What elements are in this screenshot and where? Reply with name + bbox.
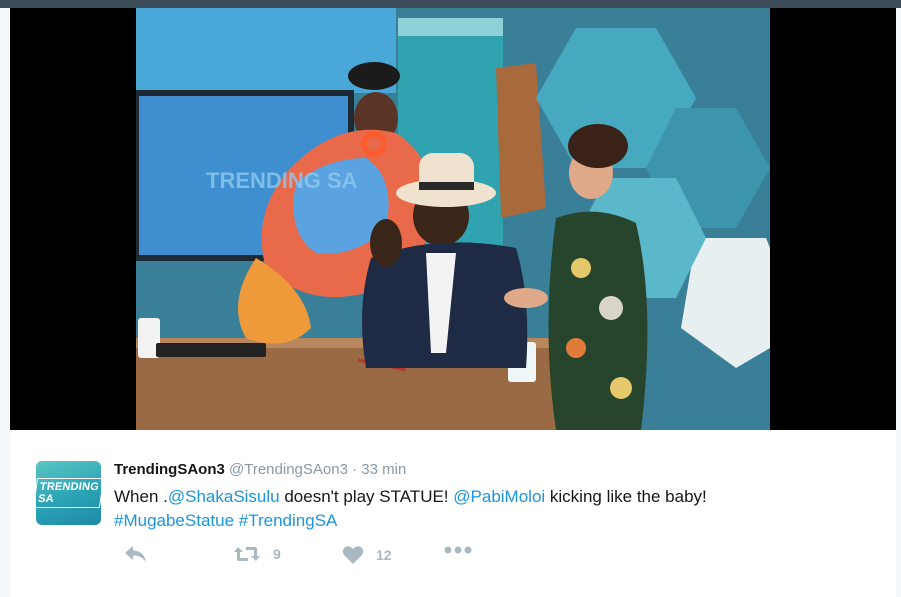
hashtag-link[interactable]: #MugabeStatue bbox=[114, 511, 234, 530]
tweet-card: TRENDING SA TrendingSAon3 @TrendingSAon3… bbox=[10, 430, 896, 597]
mention-link[interactable]: @PabiMoloi bbox=[453, 487, 545, 506]
hashtag-link[interactable]: #TrendingSA bbox=[239, 511, 338, 530]
photo-logo-text: TRENDING SA bbox=[206, 168, 358, 193]
text-segment: When . bbox=[114, 487, 168, 506]
retweet-icon bbox=[234, 547, 260, 561]
like-button[interactable]: 12 bbox=[342, 545, 392, 565]
heart-icon bbox=[342, 546, 364, 564]
like-count: 12 bbox=[376, 547, 392, 563]
timestamp[interactable]: 33 min bbox=[361, 461, 406, 478]
reply-icon bbox=[125, 546, 146, 562]
text-segment: doesn't play STATUE! bbox=[279, 487, 454, 506]
more-button[interactable] bbox=[444, 545, 472, 555]
more-icon bbox=[444, 546, 472, 554]
tweet-photo[interactable]: TRENDING SA bbox=[136, 8, 770, 430]
user-handle[interactable]: @TrendingSAon3 bbox=[229, 461, 348, 478]
avatar[interactable]: TRENDING SA bbox=[36, 461, 101, 525]
text-segment: kicking like the baby! bbox=[545, 487, 707, 506]
media-viewer: TRENDING SA bbox=[10, 8, 896, 430]
separator-dot: · bbox=[352, 461, 358, 478]
retweet-count: 9 bbox=[273, 546, 281, 562]
page-top-bar bbox=[0, 0, 901, 8]
avatar-logo-text: TRENDING SA bbox=[36, 478, 101, 508]
tweet-header: TrendingSAon3 @TrendingSAon3 · 33 min bbox=[114, 461, 406, 478]
tweet-text: When .@ShakaSisulu doesn't play STATUE! … bbox=[114, 485, 874, 533]
retweet-button[interactable]: 9 bbox=[233, 545, 281, 563]
reply-button[interactable] bbox=[124, 545, 148, 563]
mention-link[interactable]: @ShakaSisulu bbox=[168, 487, 280, 506]
display-name[interactable]: TrendingSAon3 bbox=[114, 461, 225, 478]
